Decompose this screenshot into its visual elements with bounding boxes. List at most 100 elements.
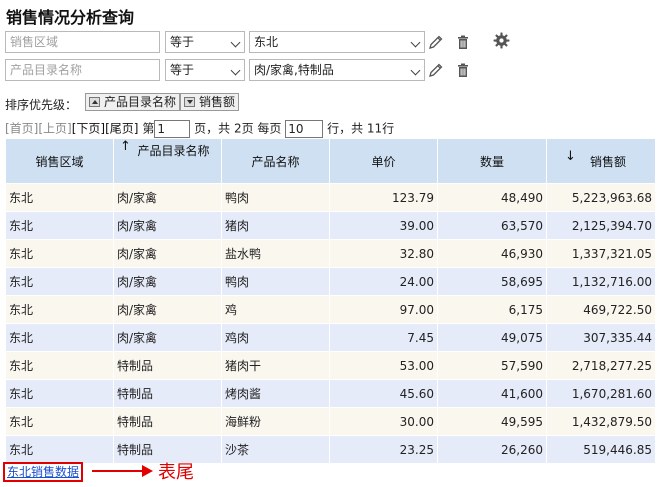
table-cell: 46,930 xyxy=(437,239,547,268)
page-title: 销售情况分析查询 xyxy=(6,8,135,27)
sort-chip-sales[interactable]: 销售额 xyxy=(180,93,240,111)
table-cell: 1,670,281.60 xyxy=(546,379,656,408)
gear-icon[interactable] xyxy=(493,32,510,49)
table-cell: 49,075 xyxy=(437,323,547,352)
table-row: 东北 特制品 沙茶 23.25 26,260 519,446.85 xyxy=(5,435,656,464)
table-cell: 30.00 xyxy=(329,407,438,436)
table-row: 东北 肉/家禽 鸡肉 7.45 49,075 307,335.44 xyxy=(5,323,656,352)
filter-operator-value: 等于 xyxy=(170,63,195,77)
pager-total: 行，共 11行 xyxy=(327,121,395,136)
filter-value: 东北 xyxy=(254,35,279,49)
table-cell: 肉/家禽 xyxy=(113,183,222,212)
table-cell: 东北 xyxy=(5,323,114,352)
pager: [首页][上页][下页][尾页] 第1 页，共 2页 每页 10 行，共 11行 xyxy=(5,118,394,138)
filter-value-select[interactable]: 东北 xyxy=(249,31,425,53)
table-cell: 469,722.50 xyxy=(546,295,656,324)
table-cell: 57,590 xyxy=(437,351,547,380)
table-cell: 肉/家禽 xyxy=(113,239,222,268)
trash-icon[interactable] xyxy=(455,34,471,50)
table-body: 东北 肉/家禽 鸭肉 123.79 48,490 5,223,963.68 东北 肉/家禽 猪肉… xyxy=(5,183,656,464)
pager-next-link[interactable]: [下页] xyxy=(72,122,105,136)
table-row: 东北 特制品 烤肉酱 45.60 41,600 1,670,281.60 xyxy=(5,379,656,408)
table-cell: 45.60 xyxy=(329,379,438,408)
table-row: 东北 特制品 猪肉干 53.00 57,590 2,718,277.25 xyxy=(5,351,656,380)
table-cell: 肉/家禽 xyxy=(113,295,222,324)
filter-field-input[interactable]: 产品目录名称 xyxy=(5,59,160,81)
filter-operator-value: 等于 xyxy=(170,35,195,49)
sort-up-arrow-icon: ↑ xyxy=(120,139,131,154)
table-cell: 307,335.44 xyxy=(546,323,656,352)
sort-chip-label: 产品目录名称 xyxy=(104,95,177,109)
page-size-input[interactable]: 10 xyxy=(285,119,324,138)
table-cell: 53.00 xyxy=(329,351,438,380)
sort-priority-label: 排序优先级： xyxy=(5,98,78,112)
sort-chip-category[interactable]: 产品目录名称 xyxy=(85,93,181,111)
table-cell: 63,570 xyxy=(437,211,547,240)
table-cell: 24.00 xyxy=(329,267,438,296)
sort-chip-label: 销售额 xyxy=(199,95,236,109)
table-cell: 58,695 xyxy=(437,267,547,296)
filter-operator-select[interactable]: 等于 xyxy=(165,31,245,53)
table-cell: 6,175 xyxy=(437,295,547,324)
pencil-icon[interactable] xyxy=(428,34,444,50)
table-cell: 东北 xyxy=(5,267,114,296)
table-cell: 鸭肉 xyxy=(221,183,330,212)
table-row: 东北 肉/家禽 盐水鸭 32.80 46,930 1,337,321.05 xyxy=(5,239,656,268)
table-row: 东北 肉/家禽 猪肉 39.00 63,570 2,125,394.70 xyxy=(5,211,656,240)
table-cell: 7.45 xyxy=(329,323,438,352)
table-cell: 鸡 xyxy=(221,295,330,324)
table-cell: 97.00 xyxy=(329,295,438,324)
table-cell: 猪肉 xyxy=(221,211,330,240)
table-cell: 烤肉酱 xyxy=(221,379,330,408)
footer-link[interactable]: 东北销售数据 xyxy=(3,462,84,482)
table-row: 东北 肉/家禽 鸭肉 24.00 58,695 1,132,716.00 xyxy=(5,267,656,296)
table-cell: 39.00 xyxy=(329,211,438,240)
column-header-sales[interactable]: ↓ 销售额 xyxy=(546,138,656,184)
table-cell: 鸡肉 xyxy=(221,323,330,352)
trash-icon[interactable] xyxy=(455,62,471,78)
table-cell: 沙茶 xyxy=(221,435,330,464)
table-cell: 49,595 xyxy=(437,407,547,436)
table-cell: 1,132,716.00 xyxy=(546,267,656,296)
table-cell: 东北 xyxy=(5,351,114,380)
filter-field-input[interactable]: 销售区域 xyxy=(5,31,160,53)
table-cell: 23.25 xyxy=(329,435,438,464)
chevron-down-icon xyxy=(230,65,241,76)
pencil-icon[interactable] xyxy=(428,62,444,78)
column-header-price[interactable]: 单价 xyxy=(329,138,438,184)
annotation-arrow-icon xyxy=(92,465,153,477)
table-cell: 2,718,277.25 xyxy=(546,351,656,380)
filter-operator-select[interactable]: 等于 xyxy=(165,59,245,81)
pager-last-link[interactable]: [尾页] xyxy=(105,122,138,136)
table-cell: 鸭肉 xyxy=(221,267,330,296)
table-header-row: 销售区域 ↑ 产品目录名称 产品名称 单价 数量 ↓ 销售额 xyxy=(5,138,656,184)
table-cell: 东北 xyxy=(5,183,114,212)
filter-value: 肉/家禽,特制品 xyxy=(254,63,334,77)
column-header-region[interactable]: 销售区域 xyxy=(5,138,114,184)
table-cell: 2,125,394.70 xyxy=(546,211,656,240)
column-header-product[interactable]: 产品名称 xyxy=(221,138,330,184)
annotation-label: 表尾 xyxy=(158,462,194,483)
table-cell: 肉/家禽 xyxy=(113,267,222,296)
table-cell: 盐水鸭 xyxy=(221,239,330,268)
table-cell: 猪肉干 xyxy=(221,351,330,380)
sort-ascending-icon xyxy=(89,97,100,107)
table-cell: 特制品 xyxy=(113,351,222,380)
column-header-category[interactable]: ↑ 产品目录名称 xyxy=(113,138,222,184)
pager-page-prefix: 第 xyxy=(142,121,155,136)
table-cell: 东北 xyxy=(5,435,114,464)
page-number-input[interactable]: 1 xyxy=(154,119,191,138)
pager-first-link[interactable]: [首页] xyxy=(5,122,38,136)
table-cell: 1,337,321.05 xyxy=(546,239,656,268)
filter-value-select[interactable]: 肉/家禽,特制品 xyxy=(249,59,425,81)
pager-prev-link[interactable]: [上页] xyxy=(38,122,71,136)
table-cell: 海鲜粉 xyxy=(221,407,330,436)
table-cell: 26,260 xyxy=(437,435,547,464)
chevron-down-icon xyxy=(410,37,421,48)
sales-table: 销售区域 ↑ 产品目录名称 产品名称 单价 数量 ↓ 销售额 东北 肉/家禽 鸭肉 1… xyxy=(5,138,656,464)
table-cell: 特制品 xyxy=(113,407,222,436)
sort-descending-icon xyxy=(184,97,195,107)
column-header-quantity[interactable]: 数量 xyxy=(437,138,547,184)
table-cell: 5,223,963.68 xyxy=(546,183,656,212)
table-cell: 特制品 xyxy=(113,379,222,408)
